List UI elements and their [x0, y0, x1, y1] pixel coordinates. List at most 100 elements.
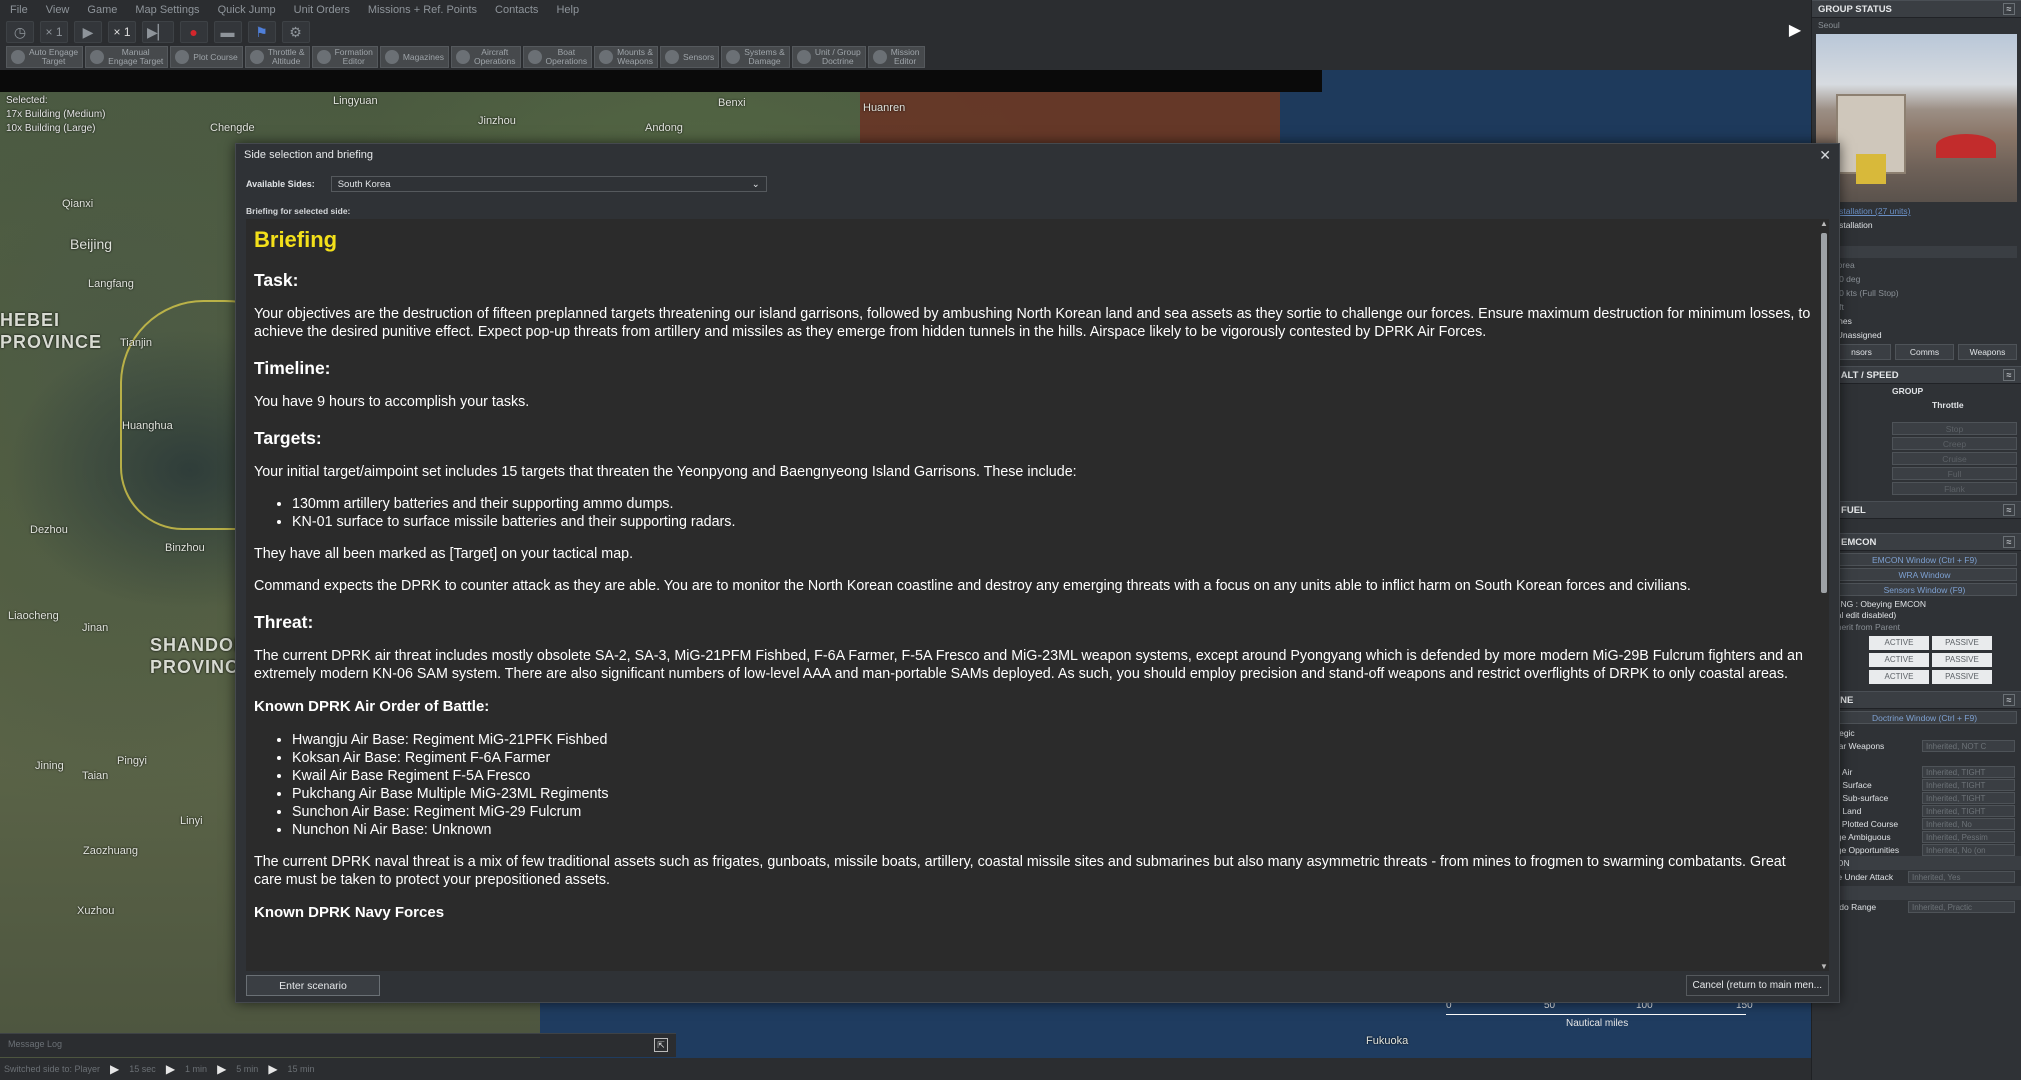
sides-label: Available Sides: [246, 179, 315, 189]
toolbar-button[interactable]: Plot Course [170, 46, 243, 68]
briefing-viewer[interactable]: Briefing Task: Your objectives are the d… [246, 219, 1829, 971]
close-icon[interactable]: ✕ [1819, 147, 1831, 164]
message-log[interactable]: Message Log ⇱ [0, 1033, 676, 1057]
emcon-window-button[interactable]: EMCON Window (Ctrl + F9) [1832, 553, 2017, 566]
expand-icon[interactable]: ⇱ [654, 1038, 668, 1052]
toolbar-button[interactable]: Boat Operations [522, 46, 593, 68]
toolbar-button[interactable]: Unit / Group Doctrine [791, 46, 866, 68]
doctrine-select[interactable]: Inherited, No (on [1922, 843, 2015, 856]
collapse-icon[interactable]: ≈ [2003, 3, 2015, 15]
doctrine-select[interactable]: Inherited, TIGHT [1922, 791, 2015, 804]
toolbar-button[interactable]: Sensors [660, 46, 720, 68]
collapse-icon[interactable]: ≈ [2003, 504, 2015, 516]
toolbar-button[interactable]: Throttle & Altitude [244, 46, 310, 68]
time-step[interactable]: 15 min [288, 1064, 315, 1074]
tab-comms[interactable]: Comms [1895, 344, 1954, 360]
map-label: Beijing [70, 236, 113, 252]
menu-item[interactable]: Map Settings [135, 4, 199, 16]
briefcase-icon[interactable]: ▬ [213, 21, 242, 43]
settings-gear-icon[interactable]: ⚙ [281, 21, 310, 43]
map-label: Benxi [718, 97, 746, 109]
sides-dropdown[interactable]: South Korea ⌄ [330, 176, 767, 192]
tab-weapons[interactable]: Weapons [1958, 344, 2017, 360]
magazines-link[interactable]: zines [1812, 314, 2021, 328]
menu-item[interactable]: File [10, 4, 28, 16]
menu-item[interactable]: Unit Orders [294, 4, 350, 16]
panel-header[interactable]: GROUP STATUS ≈ [1812, 0, 2021, 18]
doctrine-select[interactable]: Inherited, TIGHT [1922, 804, 2015, 817]
throttle-cruise[interactable]: Cruise [1892, 452, 2017, 465]
briefing-scrollbar[interactable]: ▲ ▼ [1819, 219, 1829, 971]
passive-button[interactable]: PASSIVE [1932, 669, 1992, 684]
play-icon[interactable]: ▶ [74, 21, 102, 43]
menu-item[interactable]: Help [556, 4, 579, 16]
play-icon[interactable]: ▶ [110, 1062, 119, 1076]
dialog-titlebar[interactable]: Side selection and briefing ✕ [236, 144, 1839, 166]
toolbar-button[interactable]: Manual Engage Target [85, 46, 169, 68]
menu-item[interactable]: View [46, 4, 70, 16]
passive-button[interactable]: PASSIVE [1932, 635, 1992, 650]
doctrine-header[interactable]: CTRINE≈ [1812, 691, 2021, 709]
unit-altitude: 0 ft [1832, 302, 1844, 312]
toolbar-button[interactable]: Formation Editor [311, 46, 378, 68]
doctrine-select[interactable]: Inherited, Practic [1908, 900, 2015, 913]
scroll-down-icon[interactable]: ▼ [1820, 962, 1828, 971]
collapse-icon[interactable]: ≈ [2003, 536, 2015, 548]
tab-sensors[interactable]: nsors [1832, 344, 1891, 360]
play-icon[interactable]: ▶ [217, 1062, 226, 1076]
toolbar-button[interactable]: Magazines [379, 46, 449, 68]
enter-scenario-button[interactable]: Enter scenario [246, 975, 380, 996]
alt-speed-header[interactable]: OUP ALT / SPEED ≈ [1812, 366, 2021, 384]
menu-item[interactable]: Quick Jump [218, 4, 276, 16]
doctrine-key: re Plotted Course [1832, 818, 1899, 829]
speed-readout: × 1 [40, 21, 68, 43]
step-icon[interactable]: ▶▏ [142, 21, 174, 43]
doctrine-select[interactable]: Inherited, Yes [1908, 870, 2015, 883]
toolbar-button[interactable]: Systems & Damage [721, 46, 790, 68]
doctrine-row: S, Air Inherited, TIGHT [1812, 765, 2021, 778]
throttle-full[interactable]: Full [1892, 467, 2017, 480]
menu-item[interactable]: Game [87, 4, 117, 16]
active-button[interactable]: ACTIVE [1869, 669, 1929, 684]
throttle-flank[interactable]: Flank [1892, 482, 2017, 495]
time-step[interactable]: 1 min [185, 1064, 207, 1074]
collapse-icon[interactable]: ≈ [2003, 369, 2015, 381]
toolbar-button[interactable]: Aircraft Operations [450, 46, 521, 68]
clock-icon[interactable]: ◷ [6, 21, 34, 43]
throttle-creep[interactable]: Creep [1892, 437, 2017, 450]
unit-count[interactable]: Installation (27 units) [1812, 204, 2021, 218]
active-button[interactable]: ACTIVE [1869, 635, 1929, 650]
sensors-window-button[interactable]: Sensors Window (F9) [1832, 583, 2017, 596]
scroll-thumb[interactable] [1821, 233, 1827, 593]
play-icon[interactable]: ▶ [166, 1062, 175, 1076]
wra-window-button[interactable]: WRA Window [1832, 568, 2017, 581]
scroll-up-icon[interactable]: ▲ [1820, 219, 1828, 228]
passive-button[interactable]: PASSIVE [1932, 652, 1992, 667]
record-icon[interactable]: ● [179, 21, 208, 43]
doctrine-select[interactable]: Inherited, Pessim [1922, 830, 2015, 843]
menu-item[interactable]: Contacts [495, 4, 538, 16]
toolbar-button[interactable]: Mounts & Weapons [594, 46, 659, 68]
toolbar-button[interactable]: Auto Engage Target [6, 46, 84, 68]
doctrine-select[interactable]: Inherited, NOT C [1922, 739, 2015, 752]
doctrine-select[interactable]: Inherited, TIGHT [1922, 778, 2015, 791]
collapse-icon[interactable]: ≈ [2003, 694, 2015, 706]
time-step[interactable]: 15 sec [129, 1064, 156, 1074]
selection-line: 10x Building (Large) [6, 123, 96, 134]
play-icon[interactable]: ▶ [268, 1062, 277, 1076]
doctrine-select[interactable]: Inherited, No [1922, 817, 2015, 830]
panel-collapse-arrow-icon[interactable]: ▶ [1786, 10, 1804, 50]
inherit-checkbox[interactable]: nherit from Parent [1812, 620, 2021, 634]
doctrine-window-button[interactable]: Doctrine Window (Ctrl + F9) [1832, 711, 2017, 724]
fuel-header[interactable]: OUP FUEL ≈ [1812, 501, 2021, 519]
time-step[interactable]: 5 min [236, 1064, 258, 1074]
throttle-stop[interactable]: Stop [1892, 422, 2017, 435]
doctrine-select[interactable]: Inherited, TIGHT [1922, 765, 2015, 778]
toolbar-button[interactable]: Mission Editor [867, 46, 925, 68]
flag-icon[interactable]: ⚑ [247, 21, 276, 43]
menu-item[interactable]: Missions + Ref. Points [368, 4, 477, 16]
speed-readout-2: × 1 [108, 21, 136, 43]
emcon-header[interactable]: OUP EMCON ≈ [1812, 533, 2021, 551]
cancel-button[interactable]: Cancel (return to main men... [1685, 975, 1829, 996]
active-button[interactable]: ACTIVE [1869, 652, 1929, 667]
